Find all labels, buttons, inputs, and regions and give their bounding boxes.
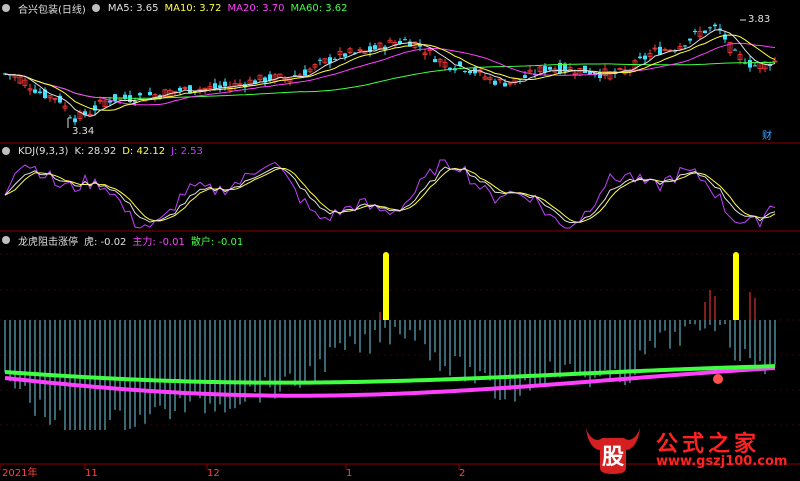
settings-dot-icon[interactable]	[91, 4, 100, 12]
j-label: J: 2.53	[171, 145, 203, 157]
candle-body	[583, 65, 587, 74]
ma20-label: MA20: 3.70	[227, 2, 285, 14]
candle-body	[38, 91, 42, 93]
price-panel	[3, 19, 778, 128]
price-legend: 合兴包装(日线) MA5: 3.65 MA10: 3.72 MA20: 3.70…	[2, 2, 348, 16]
ma60-line	[4, 61, 776, 99]
x-label-11: 11	[85, 468, 98, 479]
candle-body	[503, 82, 507, 87]
candle-body	[148, 92, 152, 96]
d-label: D: 42.12	[122, 145, 166, 157]
candle-body	[218, 85, 222, 88]
watermark-url: www.gszj100.com	[656, 454, 788, 469]
finance-badge[interactable]: 财	[762, 131, 772, 143]
settings-dot-icon[interactable]	[2, 147, 10, 155]
stock-title: 合兴包装(日线)	[18, 4, 86, 16]
watermark: 股 公式之家 www.gszj100.com	[570, 424, 787, 478]
x-label-12: 12	[207, 468, 220, 479]
ma10-label: MA10: 3.72	[164, 2, 222, 14]
spike-cap	[383, 252, 389, 258]
candle-body	[373, 45, 377, 50]
spike-cap	[733, 252, 739, 258]
x-label-2021: 2021年	[2, 468, 38, 479]
high-price-label: 3.83	[748, 14, 771, 25]
candle-body	[733, 49, 737, 51]
candle-body	[693, 30, 697, 33]
indicator-panel	[0, 252, 800, 430]
candle-body	[753, 65, 757, 67]
ma60-label: MA60: 3.62	[290, 2, 348, 14]
candle-body	[713, 24, 717, 27]
main-force-label: 主力: -0.01	[132, 236, 185, 248]
ma5-label: MA5: 3.65	[107, 2, 159, 14]
x-label-2: 2	[459, 468, 466, 479]
candle-body	[548, 66, 552, 70]
candle-body	[703, 30, 707, 34]
kdj-legend: KDJ(9,3,3) K: 28.92 D: 42.12 J: 2.53	[2, 145, 203, 157]
candle-body	[68, 117, 72, 119]
candle-body	[708, 27, 712, 29]
candle-body	[333, 58, 337, 60]
candle-body	[343, 53, 347, 57]
candle-body	[213, 83, 217, 89]
spike-bar	[383, 255, 389, 320]
candle-body	[523, 75, 527, 79]
candle-body	[223, 81, 227, 87]
logo-text: 股	[602, 445, 624, 470]
candle-body	[493, 80, 497, 85]
k-label: K: 28.92	[74, 145, 117, 157]
settings-dot-icon[interactable]	[2, 4, 10, 12]
candle-body	[463, 70, 467, 72]
candle-body	[638, 56, 642, 59]
candle-body	[403, 39, 407, 41]
kdj-title: KDJ(9,3,3)	[18, 145, 69, 157]
candle-body	[138, 93, 142, 96]
signal-dot	[713, 374, 723, 384]
candle-body	[188, 85, 192, 94]
retail-label: 散户: -0.01	[190, 236, 244, 248]
j-line	[4, 159, 776, 229]
candle-body	[683, 45, 687, 47]
candle-body	[318, 59, 322, 61]
low-price-label: 3.34	[72, 126, 95, 137]
x-label-1: 1	[346, 468, 353, 479]
candle-body	[33, 89, 37, 93]
candle-body	[468, 70, 472, 74]
settings-dot-icon[interactable]	[2, 236, 10, 244]
candle-body	[433, 59, 437, 63]
candle-body	[688, 38, 692, 41]
tiger-label: 虎: -0.02	[84, 236, 127, 248]
candle-body	[643, 55, 647, 60]
candle-body	[73, 118, 77, 123]
kdj-panel	[4, 159, 776, 229]
candle-body	[178, 87, 182, 91]
candle-body	[748, 60, 752, 68]
indicator-title: 龙虎阻击涨停	[18, 236, 78, 248]
candle-body	[658, 46, 662, 55]
candle-body	[303, 69, 307, 76]
bull-logo-icon: 股	[586, 428, 640, 474]
indicator-legend: 龙虎阻击涨停 虎: -0.02 主力: -0.01 散户: -0.01	[2, 234, 244, 248]
spike-bar	[733, 255, 739, 320]
